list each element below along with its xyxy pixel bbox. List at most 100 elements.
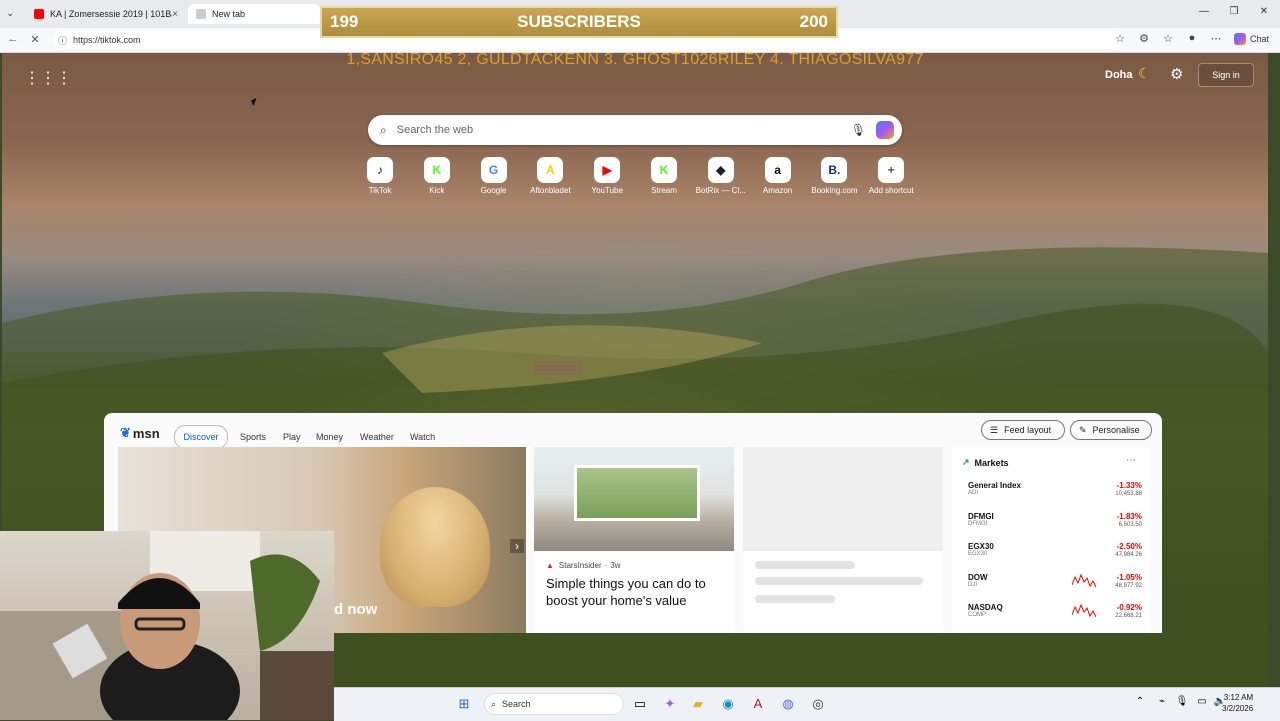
tab-actions-icon[interactable]: ⌄ xyxy=(6,8,14,19)
copilot-search-icon[interactable] xyxy=(876,121,894,139)
market-row[interactable]: DOW DJI -1.05% 48,977.92 xyxy=(968,572,1142,589)
trend-icon: ↗ xyxy=(962,457,970,467)
shortcut-aftonbladet[interactable]: A Aftonbladet xyxy=(520,157,580,195)
minimize-icon[interactable]: — xyxy=(1194,6,1214,17)
loading-card xyxy=(743,447,943,633)
feed-layout-button[interactable]: ☰ Feed layout xyxy=(981,420,1065,440)
shortcut-icon: ◆ xyxy=(707,157,734,183)
clock-date: 3/2/2026 xyxy=(1222,704,1254,713)
shortcut-booking-com[interactable]: B. Booking.com xyxy=(804,157,864,195)
tab-youtube[interactable]: KA | Zomersessie 2019 | 101Barz · × xyxy=(26,4,186,24)
shortcut-tiktok[interactable]: ♪ TikTok xyxy=(350,157,410,195)
market-row[interactable]: DFMGI DFMGI -1.83% 6,503.50 xyxy=(968,512,1142,528)
weather-city[interactable]: Doha xyxy=(1105,69,1133,81)
apps-grid-icon[interactable]: ⋮⋮⋮ xyxy=(24,68,72,88)
shortcut-icon: G xyxy=(480,157,507,183)
microphone-icon[interactable]: 🎙 xyxy=(851,123,866,137)
network-icon[interactable]: ⌁ xyxy=(1152,696,1172,707)
tab-play[interactable]: Play xyxy=(283,432,301,442)
article-meta: ▲ StarsInsider · 3w xyxy=(546,561,621,570)
markets-widget[interactable]: ↗ Markets ⋯ General Index ADI -1.33% 10,453… xyxy=(952,447,1150,633)
extensions-icon[interactable]: ⚙ xyxy=(1136,32,1152,45)
discord-icon[interactable]: ◍ xyxy=(778,696,798,712)
favorite-star-icon[interactable]: ☆ xyxy=(1112,32,1128,45)
more-options-icon[interactable]: ⋯ xyxy=(1126,455,1136,466)
profile-avatar-icon[interactable]: ● xyxy=(1184,32,1200,44)
microphone-icon[interactable]: 🎙 xyxy=(1172,696,1192,707)
tab-weather[interactable]: Weather xyxy=(360,432,394,442)
back-icon[interactable]: ← xyxy=(4,33,22,45)
edge-browser-icon[interactable]: ◉ xyxy=(718,696,738,712)
close-tab-icon[interactable]: × xyxy=(172,9,178,20)
search-icon: ⌕ xyxy=(380,122,387,137)
restore-icon[interactable]: ❐ xyxy=(1224,6,1244,17)
shortcut-icon: K xyxy=(423,157,450,183)
shortcut-youtube[interactable]: ▶ YouTube xyxy=(577,157,637,195)
market-change: -1.05% xyxy=(1116,572,1142,582)
taskbar-search[interactable]: ⌕ Search xyxy=(484,693,624,715)
settings-gear-icon[interactable]: ⚙ xyxy=(1170,65,1183,83)
close-window-icon[interactable]: ✕ xyxy=(1254,6,1274,17)
sparkline-chart xyxy=(1072,603,1096,618)
market-value: 10,453.88 xyxy=(1115,491,1142,497)
display-icon[interactable]: ▭ xyxy=(1192,696,1212,707)
loading-line xyxy=(755,595,835,603)
market-value: 48,977.92 xyxy=(1115,582,1142,589)
pencil-icon: ✎ xyxy=(1079,424,1087,435)
chat-label: Chat xyxy=(1250,34,1270,44)
search-input[interactable]: Search the web xyxy=(397,124,473,136)
shortcut-stream[interactable]: K Stream xyxy=(634,157,694,195)
shortcut-label: Aftonbladet xyxy=(530,186,571,195)
market-row[interactable]: General Index ADI -1.33% 10,453.88 xyxy=(968,481,1142,497)
msn-logo[interactable]: ❦ msn xyxy=(120,425,160,441)
shortcut-add-shortcut[interactable]: + Add shortcut xyxy=(861,157,921,195)
web-search-bar[interactable]: ⌕ Search the web 🎙 xyxy=(368,115,902,145)
favorites-icon[interactable]: ☆ xyxy=(1160,32,1176,45)
shortcut-google[interactable]: G Google xyxy=(464,157,524,195)
task-view-icon[interactable]: ▭ xyxy=(630,696,650,712)
webcam-overlay xyxy=(0,531,334,720)
sparkline-chart xyxy=(1072,573,1096,587)
shortcut-label: TikTok xyxy=(368,186,392,195)
market-row[interactable]: NASDAQ COMP -0.92% 22,668.21 xyxy=(968,603,1142,619)
info-icon[interactable]: ⓘ xyxy=(58,34,67,47)
system-tray-chevron-icon[interactable]: ⌃ xyxy=(1130,696,1150,707)
copilot-app-icon[interactable]: ✦ xyxy=(660,696,680,712)
article-card[interactable]: ▲ StarsInsider · 3w Simple things you ca… xyxy=(534,447,734,633)
shortcut-kick[interactable]: K Kick xyxy=(407,157,467,195)
more-menu-icon[interactable]: ⋯ xyxy=(1208,32,1224,45)
sign-in-button[interactable]: Sign in xyxy=(1198,63,1254,87)
msn-logo-text: msn xyxy=(132,425,160,441)
taskbar-search-label: Search xyxy=(502,699,531,709)
shortcut-icon: ▶ xyxy=(594,157,621,183)
adobe-app-icon[interactable]: A xyxy=(748,696,768,711)
clock[interactable]: 3:12 AM 3/2/2026 xyxy=(1222,692,1253,714)
market-row[interactable]: EGX30 EGX30 -2.50% 47,984.26 xyxy=(968,542,1142,558)
copilot-icon xyxy=(1234,33,1246,45)
loading-image-placeholder xyxy=(743,447,943,551)
carousel-next-icon[interactable]: › xyxy=(510,539,524,553)
reload-icon[interactable]: ✕ xyxy=(26,33,44,46)
moon-weather-icon[interactable]: ☾ xyxy=(1138,65,1151,82)
tab-sports[interactable]: Sports xyxy=(240,432,266,442)
article-title[interactable]: Simple things you can do to boost your h… xyxy=(546,575,726,609)
personalise-label: Personalise xyxy=(1092,425,1140,435)
start-windows-icon[interactable]: ⊞ xyxy=(454,696,474,712)
tab-discover[interactable]: Discover xyxy=(174,425,228,449)
article-image xyxy=(534,447,734,551)
markets-title: Markets xyxy=(974,457,1009,468)
tab-new-tab[interactable]: New tab xyxy=(188,4,320,24)
copilot-chat-button[interactable]: Chat xyxy=(1234,33,1269,45)
obs-app-icon[interactable]: ◎ xyxy=(808,696,828,712)
market-change: -0.92% xyxy=(1116,603,1142,612)
tab-money[interactable]: Money xyxy=(316,432,343,442)
shortcut-amazon[interactable]: a Amazon xyxy=(748,157,808,195)
personalise-button[interactable]: ✎ Personalise xyxy=(1070,420,1152,440)
shortcut-icon: B. xyxy=(821,157,848,183)
tab-watch[interactable]: Watch xyxy=(410,432,435,442)
market-value: 6,503.50 xyxy=(1118,521,1142,528)
shortcut-botrix-cl[interactable]: ◆ BotRix — Cl... xyxy=(691,157,751,195)
shortcut-label: BotRix — Cl... xyxy=(695,186,746,195)
file-explorer-icon[interactable]: ▰ xyxy=(688,696,708,712)
article-photo xyxy=(380,487,490,607)
